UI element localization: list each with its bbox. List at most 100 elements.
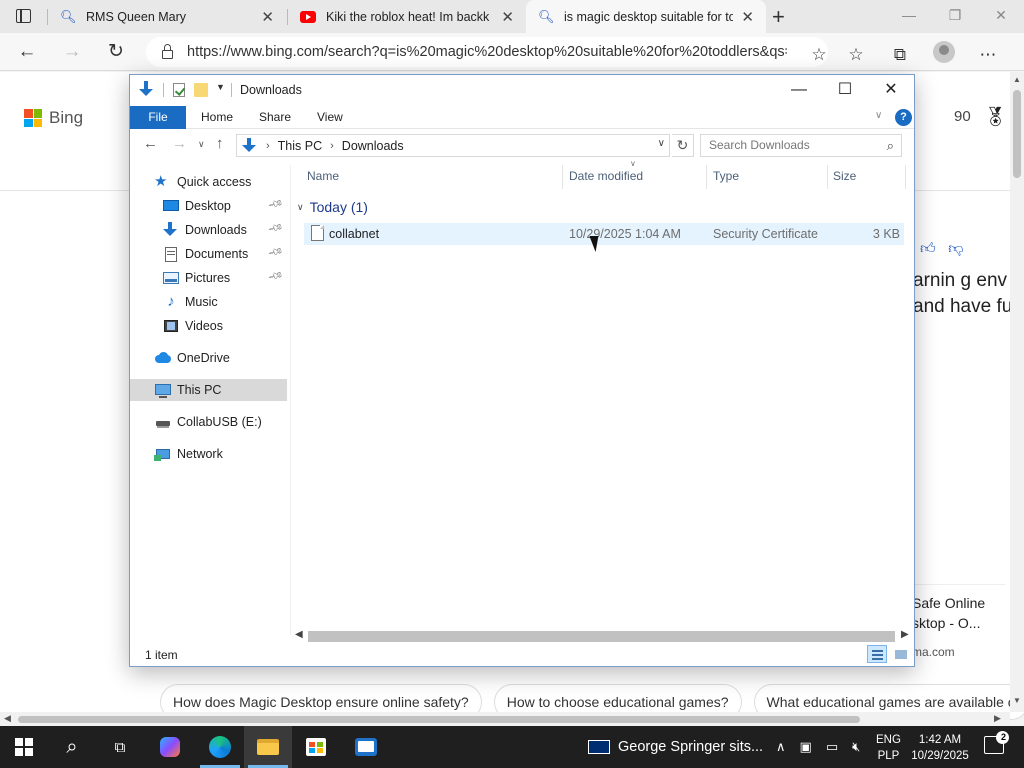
file-row[interactable]: collabnet 10/29/2025 1:04 AM Security Ce… xyxy=(304,223,904,245)
close-window-icon[interactable]: ✕ xyxy=(978,0,1024,33)
result-card[interactable]: Safe Online sktop - O... ma.com xyxy=(905,584,1005,664)
file-name[interactable]: collabnet xyxy=(329,227,379,241)
scroll-left-icon[interactable]: ◀ xyxy=(4,713,11,724)
breadcrumb-this-pc[interactable]: This PC xyxy=(278,139,322,153)
forward-icon[interactable]: → xyxy=(172,135,187,152)
column-header-type[interactable]: Type xyxy=(697,163,817,189)
group-header-today[interactable]: ∨ Today (1) xyxy=(297,199,368,215)
column-header-date-modified[interactable]: Date modified xyxy=(553,163,697,189)
nav-collabusb[interactable]: CollabUSB (E:) xyxy=(130,411,287,433)
forward-button[interactable]: → xyxy=(58,39,86,65)
nav-pictures[interactable]: Pictures 📌︎ xyxy=(130,267,287,289)
favorites-icon[interactable]: ☆ xyxy=(834,42,878,68)
ribbon-tab-view[interactable]: View xyxy=(317,106,343,129)
nav-downloads[interactable]: Downloads 📌︎ xyxy=(130,219,287,241)
chevron-down-icon[interactable]: ∨ xyxy=(297,202,304,213)
close-tab-icon[interactable]: ✕ xyxy=(741,8,754,26)
thumbs-up-icon[interactable]: 👍︎ xyxy=(920,240,936,257)
help-icon[interactable]: ? xyxy=(895,109,912,126)
ribbon-tab-file[interactable]: File xyxy=(130,106,186,129)
nav-music[interactable]: ♪ Music xyxy=(130,291,287,313)
show-hidden-icons-icon[interactable]: ∧ xyxy=(776,739,786,755)
start-button[interactable] xyxy=(0,726,48,768)
more-options-icon[interactable]: ⋯ xyxy=(966,42,1010,68)
tab-actions-button[interactable] xyxy=(8,7,40,27)
maximize-icon[interactable]: ☐ xyxy=(822,75,868,105)
collections-icon[interactable]: ⧉ xyxy=(878,42,922,68)
restore-icon[interactable]: ❐ xyxy=(932,0,978,33)
address-bar[interactable]: https://www.bing.com/search?q=is%20magic… xyxy=(146,37,828,67)
edge-taskbar-button[interactable] xyxy=(196,726,244,768)
mail-taskbar-button[interactable] xyxy=(342,726,390,768)
chevron-right-icon[interactable]: › xyxy=(330,140,334,152)
thumbs-down-icon[interactable]: 👎︎ xyxy=(948,240,963,257)
search-downloads-input[interactable]: Search Downloads ⌕ xyxy=(700,134,902,157)
chevron-down-icon[interactable]: ∨ xyxy=(658,138,665,149)
scrollbar-thumb[interactable] xyxy=(1013,90,1021,178)
meet-now-icon[interactable]: ▣ xyxy=(800,739,812,755)
back-icon[interactable]: ← xyxy=(143,135,158,152)
pin-icon[interactable]: 📌︎ xyxy=(267,197,284,213)
breadcrumb-downloads[interactable]: Downloads xyxy=(342,139,404,153)
file-explorer-taskbar-button[interactable] xyxy=(244,726,292,768)
chevron-right-icon[interactable]: › xyxy=(266,140,270,152)
ribbon-tab-home[interactable]: Home xyxy=(201,106,233,129)
pin-icon[interactable]: 📌︎ xyxy=(267,269,284,285)
details-view-icon[interactable] xyxy=(867,645,887,663)
pin-icon[interactable]: 📌︎ xyxy=(267,245,284,261)
column-header-name[interactable]: Name xyxy=(291,163,562,189)
recent-locations-icon[interactable]: ∨ xyxy=(198,139,205,150)
url-text[interactable]: https://www.bing.com/search?q=is%20magic… xyxy=(187,44,787,60)
new-folder-icon[interactable] xyxy=(194,83,208,97)
properties-icon[interactable] xyxy=(173,83,185,97)
scroll-right-icon[interactable]: ▶ xyxy=(994,713,1001,724)
close-icon[interactable]: ✕ xyxy=(868,75,914,105)
customize-qat-icon[interactable]: ▼ xyxy=(216,82,225,92)
minimize-icon[interactable]: — xyxy=(886,0,932,33)
nav-this-pc[interactable]: This PC xyxy=(130,379,287,401)
new-tab-button[interactable]: + xyxy=(772,4,785,30)
language-indicator[interactable]: ENG PLP xyxy=(876,732,901,764)
profile-button[interactable] xyxy=(922,39,966,71)
nav-quick-access[interactable]: ★ Quick access xyxy=(130,171,287,193)
tab-rms-queen-mary[interactable]: 🔍︎ RMS Queen Mary ✕ xyxy=(48,0,286,33)
refresh-icon[interactable]: ↻ xyxy=(672,134,694,157)
news-widget[interactable]: George Springer sits... xyxy=(588,726,763,768)
tab-magic-desktop-search[interactable]: 🔍︎ is magic desktop suitable for toddler… xyxy=(526,0,766,33)
explorer-address-bar[interactable]: › This PC › Downloads ∨ xyxy=(236,134,670,157)
store-taskbar-button[interactable] xyxy=(292,726,340,768)
search-button[interactable]: ⌕ xyxy=(48,726,96,768)
close-tab-icon[interactable]: ✕ xyxy=(501,8,514,26)
nav-network[interactable]: Network xyxy=(130,443,287,465)
ribbon-tab-share[interactable]: Share xyxy=(259,106,291,129)
copilot-button[interactable] xyxy=(146,726,194,768)
page-horizontal-scrollbar[interactable]: ◀ ▶ xyxy=(0,712,1010,726)
tab-kiki-roblox[interactable]: Kiki the roblox heat! Im backk - Y ✕ xyxy=(288,0,526,33)
clock[interactable]: 1:42 AM 10/29/2025 xyxy=(910,732,970,764)
scrollbar-thumb[interactable] xyxy=(18,716,860,723)
volume-muted-icon[interactable]: 🔇︎ xyxy=(852,739,860,755)
task-view-button[interactable]: ⧉ xyxy=(96,726,144,768)
notifications-icon[interactable]: 2 xyxy=(984,731,1009,754)
scroll-down-icon[interactable]: ▼ xyxy=(1013,696,1021,705)
nav-videos[interactable]: Videos xyxy=(130,315,287,337)
back-button[interactable]: ← xyxy=(13,39,41,65)
scroll-left-icon[interactable]: ◀ xyxy=(295,629,303,640)
expand-ribbon-icon[interactable]: ∨ xyxy=(875,110,882,121)
pin-icon[interactable]: 📌︎ xyxy=(267,221,284,237)
bing-logo[interactable]: Bing xyxy=(24,108,83,128)
large-icons-view-icon[interactable] xyxy=(890,645,910,663)
rewards-icon[interactable]: 🏅︎ xyxy=(983,105,1007,129)
nav-desktop[interactable]: Desktop 📌︎ xyxy=(130,195,287,217)
nav-documents[interactable]: Documents 📌︎ xyxy=(130,243,287,265)
page-vertical-scrollbar[interactable]: ▲ ▼ xyxy=(1010,72,1024,712)
scroll-right-icon[interactable]: ▶ xyxy=(901,629,909,640)
network-icon[interactable]: ▭ xyxy=(826,739,838,755)
lock-icon[interactable] xyxy=(162,44,173,59)
scroll-up-icon[interactable]: ▲ xyxy=(1013,75,1021,84)
close-tab-icon[interactable]: ✕ xyxy=(261,8,274,26)
add-favorite-icon[interactable]: ☆ xyxy=(804,42,834,68)
file-list-horizontal-scrollbar[interactable]: ◀ ▶ xyxy=(293,629,913,644)
scrollbar-thumb[interactable] xyxy=(308,631,895,642)
rewards-points[interactable]: 90 xyxy=(954,108,971,125)
